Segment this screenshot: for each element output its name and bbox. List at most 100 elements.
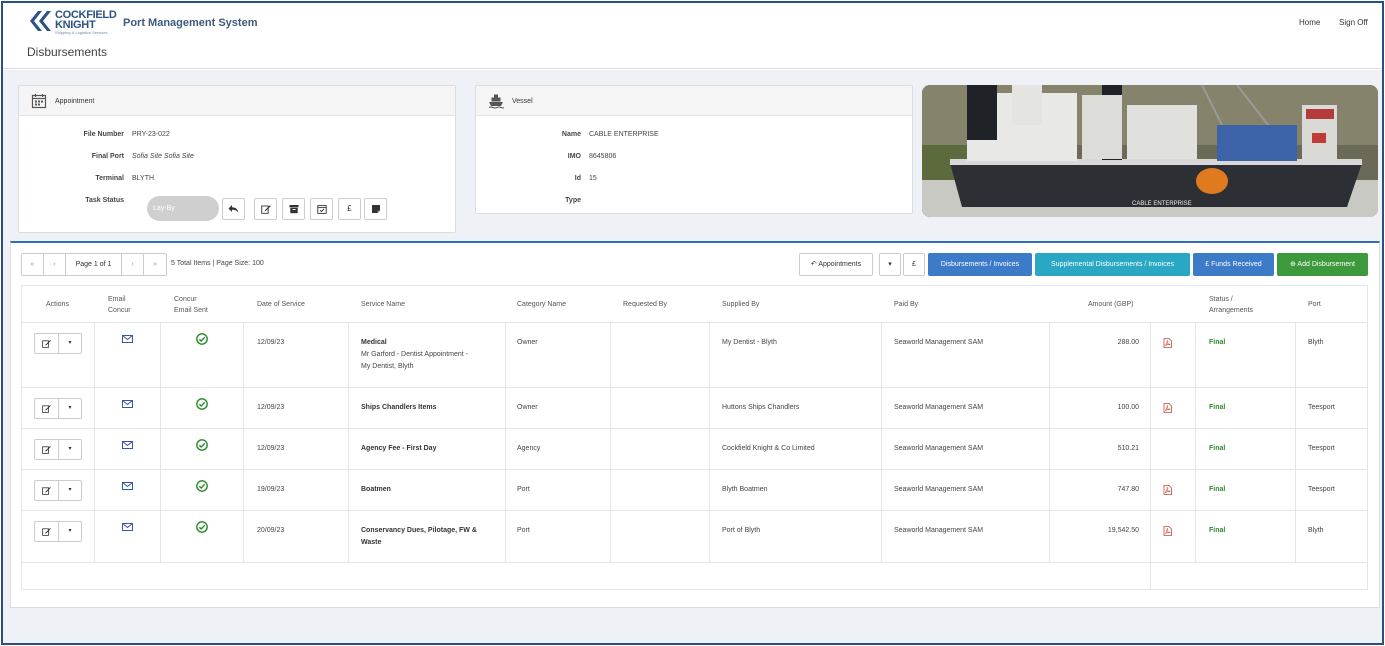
email-concur-icon[interactable] — [122, 400, 133, 410]
app-title: Port Management System — [123, 17, 258, 29]
pound-button[interactable]: £ — [338, 198, 361, 220]
column-divider — [1049, 511, 1050, 562]
pager-next-button[interactable]: › — [122, 254, 144, 275]
column-divider — [1150, 470, 1151, 510]
row-actions-group[interactable]: ▾ — [34, 521, 82, 542]
col-service-name[interactable]: Service Name — [361, 301, 405, 308]
row-edit-button[interactable] — [35, 522, 59, 541]
pager-last-button[interactable]: » — [144, 254, 166, 275]
row-edit-button[interactable] — [35, 334, 59, 353]
row-edit-button[interactable] — [35, 440, 59, 459]
pound-filter-button[interactable]: £ — [903, 253, 925, 276]
date-of-service: 12/09/23 — [257, 339, 285, 346]
col-date-of-service[interactable]: Date of Service — [257, 301, 305, 308]
pager-prev-button[interactable]: ‹ — [44, 254, 66, 275]
column-divider — [610, 388, 611, 428]
row-actions-group[interactable]: ▾ — [34, 333, 82, 354]
service-name[interactable]: Conservancy Dues, Pilotage, FW & — [361, 527, 477, 534]
nav-home-link[interactable]: Home — [1299, 18, 1320, 27]
date-of-service: 12/09/23 — [257, 445, 285, 452]
company-logo[interactable]: COCKFIELD KNIGHT Shipping & Logistics Se… — [27, 7, 122, 37]
vessel-card-header: Vessel — [476, 86, 912, 116]
status-badge: Final — [1209, 339, 1226, 346]
task-status-select[interactable]: Lay-By — [147, 196, 219, 221]
undo-button[interactable] — [222, 198, 245, 220]
supplied-by: Port of Blyth — [722, 527, 761, 534]
email-concur-icon[interactable] — [122, 441, 133, 451]
edit-icon — [42, 445, 51, 456]
plus-circle-icon: ⊕ — [1289, 261, 1296, 268]
row-edit-button[interactable] — [35, 399, 59, 418]
category-name: Agency — [517, 445, 541, 452]
imo-label: IMO — [567, 153, 581, 160]
col-supplied-by[interactable]: Supplied By — [722, 301, 759, 308]
notes-button[interactable] — [364, 198, 387, 220]
service-name[interactable]: Agency Fee - First Day — [361, 445, 436, 452]
port: Teesport — [1308, 445, 1335, 452]
page-title: Disbursements — [27, 45, 108, 59]
row-actions-dropdown[interactable]: ▾ — [59, 334, 81, 353]
vessel-card-title: Vessel — [512, 98, 533, 105]
appointments-button[interactable]: ↶ Appointments — [799, 253, 873, 276]
appointments-button-label: Appointments — [818, 261, 862, 268]
column-divider — [348, 323, 349, 387]
row-actions-dropdown[interactable]: ▾ — [59, 522, 81, 541]
row-actions-dropdown[interactable]: ▾ — [59, 399, 81, 418]
add-disbursement-button[interactable]: ⊕ Add Disbursement — [1277, 253, 1368, 276]
service-name[interactable]: Medical — [361, 339, 387, 346]
column-divider — [94, 511, 95, 562]
email-concur-icon[interactable] — [122, 335, 133, 345]
nav-sign-off-link[interactable]: Sign Off — [1339, 18, 1368, 27]
table-row: ▾ 12/09/23 Agency Fee - First Day Agency Coc… — [21, 429, 1368, 470]
pdf-file-icon[interactable] — [1163, 526, 1172, 538]
edit-icon — [42, 527, 51, 538]
column-divider — [1049, 470, 1050, 510]
row-actions-group[interactable]: ▾ — [34, 398, 82, 419]
column-divider — [1150, 511, 1151, 562]
add-disbursement-label: Add Disbursement — [1297, 261, 1356, 268]
col-amount[interactable]: Amount (GBP) — [1088, 301, 1134, 308]
row-actions-group[interactable]: ▾ — [34, 480, 82, 501]
row-edit-button[interactable] — [35, 481, 59, 500]
column-divider — [348, 511, 349, 562]
vessel-hull-name: CABLE ENTERPRISE — [1132, 201, 1192, 207]
archive-button[interactable] — [282, 198, 305, 220]
vessel-photo: CABLE ENTERPRISE — [922, 85, 1378, 217]
imo-value: 8645806 — [589, 153, 617, 160]
edit-button[interactable] — [254, 198, 277, 220]
col-category-name[interactable]: Category Name — [517, 301, 566, 308]
amount: 100.00 — [1117, 404, 1139, 411]
column-divider — [94, 388, 95, 428]
pdf-file-icon[interactable] — [1163, 338, 1172, 350]
caret-down-icon: ▾ — [68, 487, 72, 493]
row-actions-dropdown[interactable]: ▾ — [59, 440, 81, 459]
vessel-name-value: CABLE ENTERPRISE — [589, 131, 659, 138]
logo-line2: KNIGHT — [55, 19, 96, 31]
col-port[interactable]: Port — [1308, 301, 1321, 308]
pager-first-button[interactable]: « — [22, 254, 44, 275]
row-actions-group[interactable]: ▾ — [34, 439, 82, 460]
table-row: ▾ 12/09/23 Medical Mr Garford - Dentist App… — [21, 323, 1368, 388]
col-paid-by[interactable]: Paid By — [894, 301, 918, 308]
funds-received-button[interactable]: £ Funds Received — [1193, 253, 1274, 276]
more-options-dropdown[interactable]: ▾ — [879, 253, 901, 276]
pdf-file-icon[interactable] — [1163, 403, 1172, 415]
file-number-label: File Number — [83, 131, 124, 138]
concur-sent-check-icon — [196, 521, 208, 535]
service-name[interactable]: Boatmen — [361, 486, 391, 493]
pdf-file-icon[interactable] — [1163, 485, 1172, 497]
caret-down-icon: ▾ — [888, 261, 892, 268]
supplemental-disbursements-button[interactable]: Supplemental Disbursements / Invoices — [1035, 253, 1190, 276]
col-email-concur-1: Email — [108, 296, 126, 303]
disbursements-invoices-button[interactable]: Disbursements / Invoices — [928, 253, 1032, 276]
col-requested-by[interactable]: Requested By — [623, 301, 667, 308]
email-concur-icon[interactable] — [122, 482, 133, 492]
row-actions-dropdown[interactable]: ▾ — [59, 481, 81, 500]
email-concur-icon[interactable] — [122, 523, 133, 533]
column-divider — [1150, 388, 1151, 428]
column-divider — [1295, 388, 1296, 428]
category-name: Port — [517, 527, 530, 534]
column-divider — [1195, 511, 1196, 562]
schedule-button[interactable] — [310, 198, 333, 220]
service-name[interactable]: Ships Chandlers Items — [361, 404, 436, 411]
